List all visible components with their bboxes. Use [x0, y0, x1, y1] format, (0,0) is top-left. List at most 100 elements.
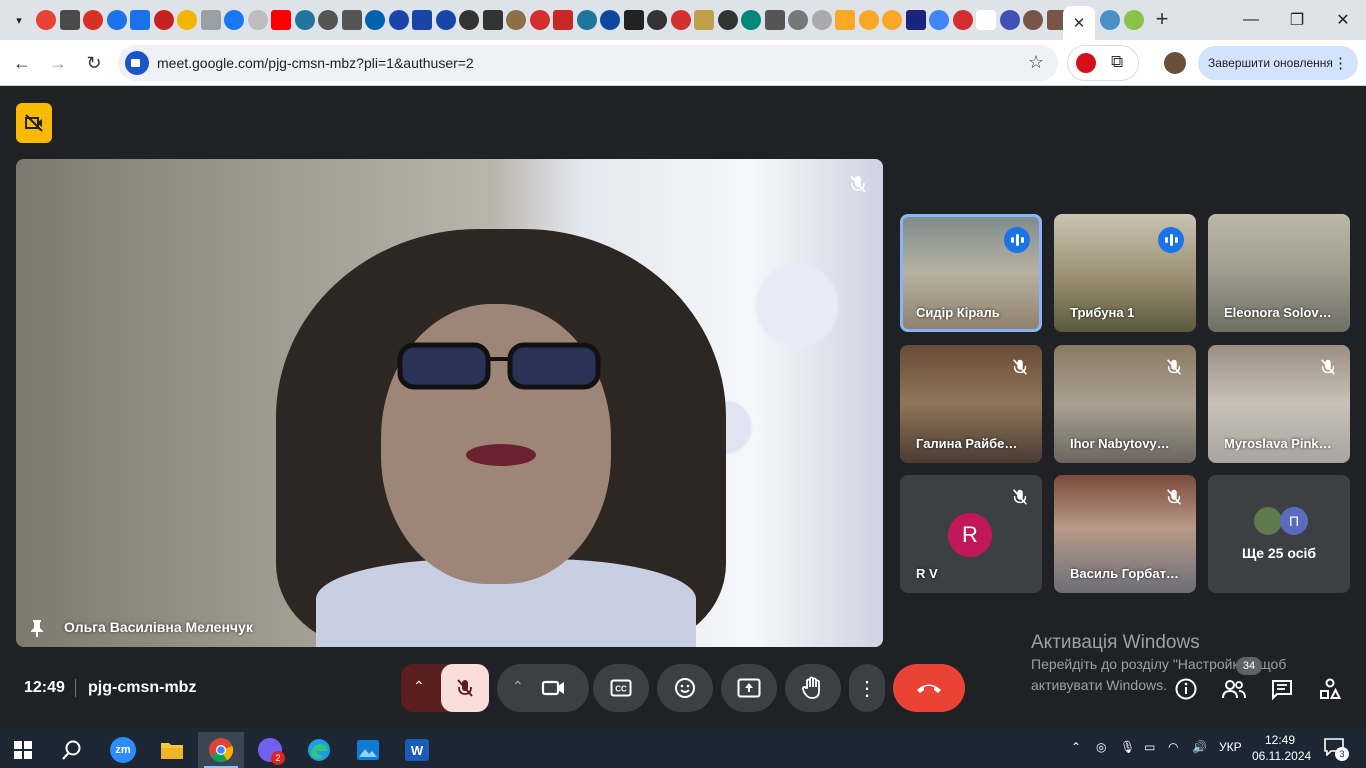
- edge-app-icon[interactable]: [296, 732, 342, 768]
- more-menu-icon[interactable]: ⋮: [1333, 54, 1348, 72]
- back-arrow-icon[interactable]: ←: [8, 49, 36, 77]
- pinned-tab-favicon[interactable]: [600, 10, 620, 30]
- pinned-tab-favicon[interactable]: [459, 10, 479, 30]
- pinned-tab-favicon[interactable]: [482, 10, 503, 30]
- pinned-tab-favicon[interactable]: [529, 10, 550, 30]
- mic-toggle-button[interactable]: [441, 664, 489, 712]
- pinned-tab-favicon[interactable]: [976, 10, 996, 30]
- pinned-tab-favicon[interactable]: [153, 10, 174, 30]
- participant-tile[interactable]: Eleonora Solov…: [1208, 214, 1350, 332]
- pinned-tab-favicon[interactable]: [576, 10, 597, 30]
- leave-call-button[interactable]: [893, 664, 965, 712]
- people-icon[interactable]: [1220, 675, 1248, 703]
- pinned-tab-favicon[interactable]: [1023, 10, 1043, 30]
- pinned-tab-favicon[interactable]: [741, 10, 761, 30]
- pinned-tab-favicon[interactable]: [435, 10, 456, 30]
- new-tab-button[interactable]: +: [1150, 8, 1174, 32]
- pinned-tab-favicon[interactable]: [788, 10, 808, 30]
- camera-button[interactable]: [541, 676, 567, 700]
- pinned-tab-favicon[interactable]: [318, 10, 338, 30]
- word-app-icon[interactable]: W: [394, 732, 440, 768]
- raise-hand-button[interactable]: [785, 664, 841, 712]
- forward-arrow-icon[interactable]: →: [44, 49, 72, 77]
- present-screen-button[interactable]: [721, 664, 777, 712]
- input-language[interactable]: УКР: [1219, 740, 1242, 754]
- pinned-tab-favicon[interactable]: [247, 10, 268, 30]
- chrome-app-icon[interactable]: [198, 732, 244, 768]
- participant-tile[interactable]: Василь Горбат…: [1054, 475, 1196, 593]
- extensions-puzzle-icon[interactable]: ⧉: [1111, 52, 1123, 72]
- file-explorer-icon[interactable]: [149, 732, 195, 768]
- tab-favicon-map[interactable]: [1100, 10, 1120, 30]
- show-hidden-icons-chevron-icon[interactable]: ⌃: [1071, 740, 1081, 754]
- wifi-icon[interactable]: ◠: [1168, 740, 1178, 754]
- pinned-tab-favicon[interactable]: [177, 10, 197, 30]
- pinned-tab-favicon[interactable]: [929, 10, 949, 30]
- active-tab[interactable]: ✕: [1063, 6, 1095, 40]
- pinned-tab-favicon[interactable]: [341, 10, 362, 30]
- pinned-tab-favicon[interactable]: [365, 10, 385, 30]
- pinned-tab-favicon[interactable]: [811, 10, 832, 30]
- zoom-app-icon[interactable]: zm: [100, 732, 146, 768]
- pinned-tab-favicon[interactable]: [647, 10, 667, 30]
- main-video-tile[interactable]: Ольга Василівна Меленчук: [16, 159, 883, 647]
- battery-icon[interactable]: ▭: [1144, 740, 1155, 754]
- activities-icon[interactable]: [1316, 675, 1344, 703]
- pinned-tab-favicon[interactable]: [670, 10, 691, 30]
- meet-site-icon[interactable]: [125, 51, 149, 75]
- pinned-tab-favicon[interactable]: [59, 10, 80, 30]
- address-bar[interactable]: meet.google.com/pjg-cmsn-mbz?pli=1&authu…: [118, 45, 1058, 81]
- pinned-tab-favicon[interactable]: [130, 10, 150, 30]
- pinned-tab-favicon[interactable]: [623, 10, 644, 30]
- minimize-window-icon[interactable]: —: [1228, 6, 1274, 34]
- volume-icon[interactable]: 🔊: [1192, 740, 1207, 754]
- tab-favicon-emblem[interactable]: [1124, 10, 1144, 30]
- red-extension-icon[interactable]: [1076, 53, 1096, 73]
- profile-avatar[interactable]: [1164, 52, 1186, 74]
- pinned-tab-favicon[interactable]: [835, 10, 855, 30]
- tab-search-chevron-icon[interactable]: ▾: [6, 8, 32, 32]
- pinned-tab-favicon[interactable]: [106, 10, 127, 30]
- pinned-tab-favicon[interactable]: [764, 10, 785, 30]
- pinned-tab-favicon[interactable]: [717, 10, 738, 30]
- more-options-button[interactable]: ⋮: [849, 664, 885, 712]
- participant-tile[interactable]: R R V: [900, 475, 1042, 593]
- pinned-tab-favicon[interactable]: [858, 10, 879, 30]
- pinned-tab-favicon[interactable]: [882, 10, 902, 30]
- system-clock[interactable]: 12:49 06.11.2024: [1252, 732, 1311, 764]
- pinned-tab-favicon[interactable]: [905, 10, 926, 30]
- pinned-tab-favicon[interactable]: [388, 10, 409, 30]
- webcam-tray-icon[interactable]: ◎: [1096, 740, 1106, 754]
- microphone-tray-icon[interactable]: 🎙: [1120, 740, 1135, 754]
- tab-close-icon[interactable]: ✕: [1073, 14, 1086, 32]
- photos-app-icon[interactable]: [345, 732, 391, 768]
- pinned-tab-favicon[interactable]: [694, 10, 714, 30]
- participant-tile[interactable]: Ihor Nabytovy…: [1054, 345, 1196, 463]
- more-participants-tile[interactable]: П Ще 25 осіб: [1208, 475, 1350, 593]
- pinned-tab-favicon[interactable]: [412, 10, 432, 30]
- participant-tile[interactable]: Трибуна 1: [1054, 214, 1196, 332]
- camera-off-badge[interactable]: [16, 103, 52, 143]
- search-icon[interactable]: [49, 732, 95, 768]
- pinned-tab-favicon[interactable]: [36, 10, 56, 30]
- pinned-tab-favicon[interactable]: [224, 10, 244, 30]
- reload-icon[interactable]: ↻: [80, 49, 108, 77]
- chat-icon[interactable]: [1268, 675, 1296, 703]
- viber-app-icon[interactable]: 2: [247, 732, 293, 768]
- pin-icon[interactable]: [28, 619, 46, 637]
- pinned-tab-favicon[interactable]: [553, 10, 573, 30]
- video-options-chevron-icon[interactable]: ⌃: [512, 678, 524, 695]
- pinned-tab-favicon[interactable]: [271, 10, 291, 30]
- pinned-tab-favicon[interactable]: [952, 10, 973, 30]
- restore-window-icon[interactable]: ❐: [1274, 6, 1320, 34]
- participant-tile[interactable]: Галина Райбе…: [900, 345, 1042, 463]
- notifications-icon[interactable]: 3: [1324, 738, 1349, 761]
- audio-options-chevron-icon[interactable]: ⌃: [413, 678, 425, 695]
- windows-start-icon[interactable]: [0, 732, 46, 768]
- pinned-tab-favicon[interactable]: [200, 10, 221, 30]
- pinned-tab-favicon[interactable]: [83, 10, 103, 30]
- update-browser-button[interactable]: Завершити оновлення ⋮: [1198, 46, 1358, 80]
- participant-tile[interactable]: Сидір Кіраль: [900, 214, 1042, 332]
- address-url[interactable]: meet.google.com/pjg-cmsn-mbz?pli=1&authu…: [157, 55, 474, 71]
- participant-tile[interactable]: Myroslava Pink…: [1208, 345, 1350, 463]
